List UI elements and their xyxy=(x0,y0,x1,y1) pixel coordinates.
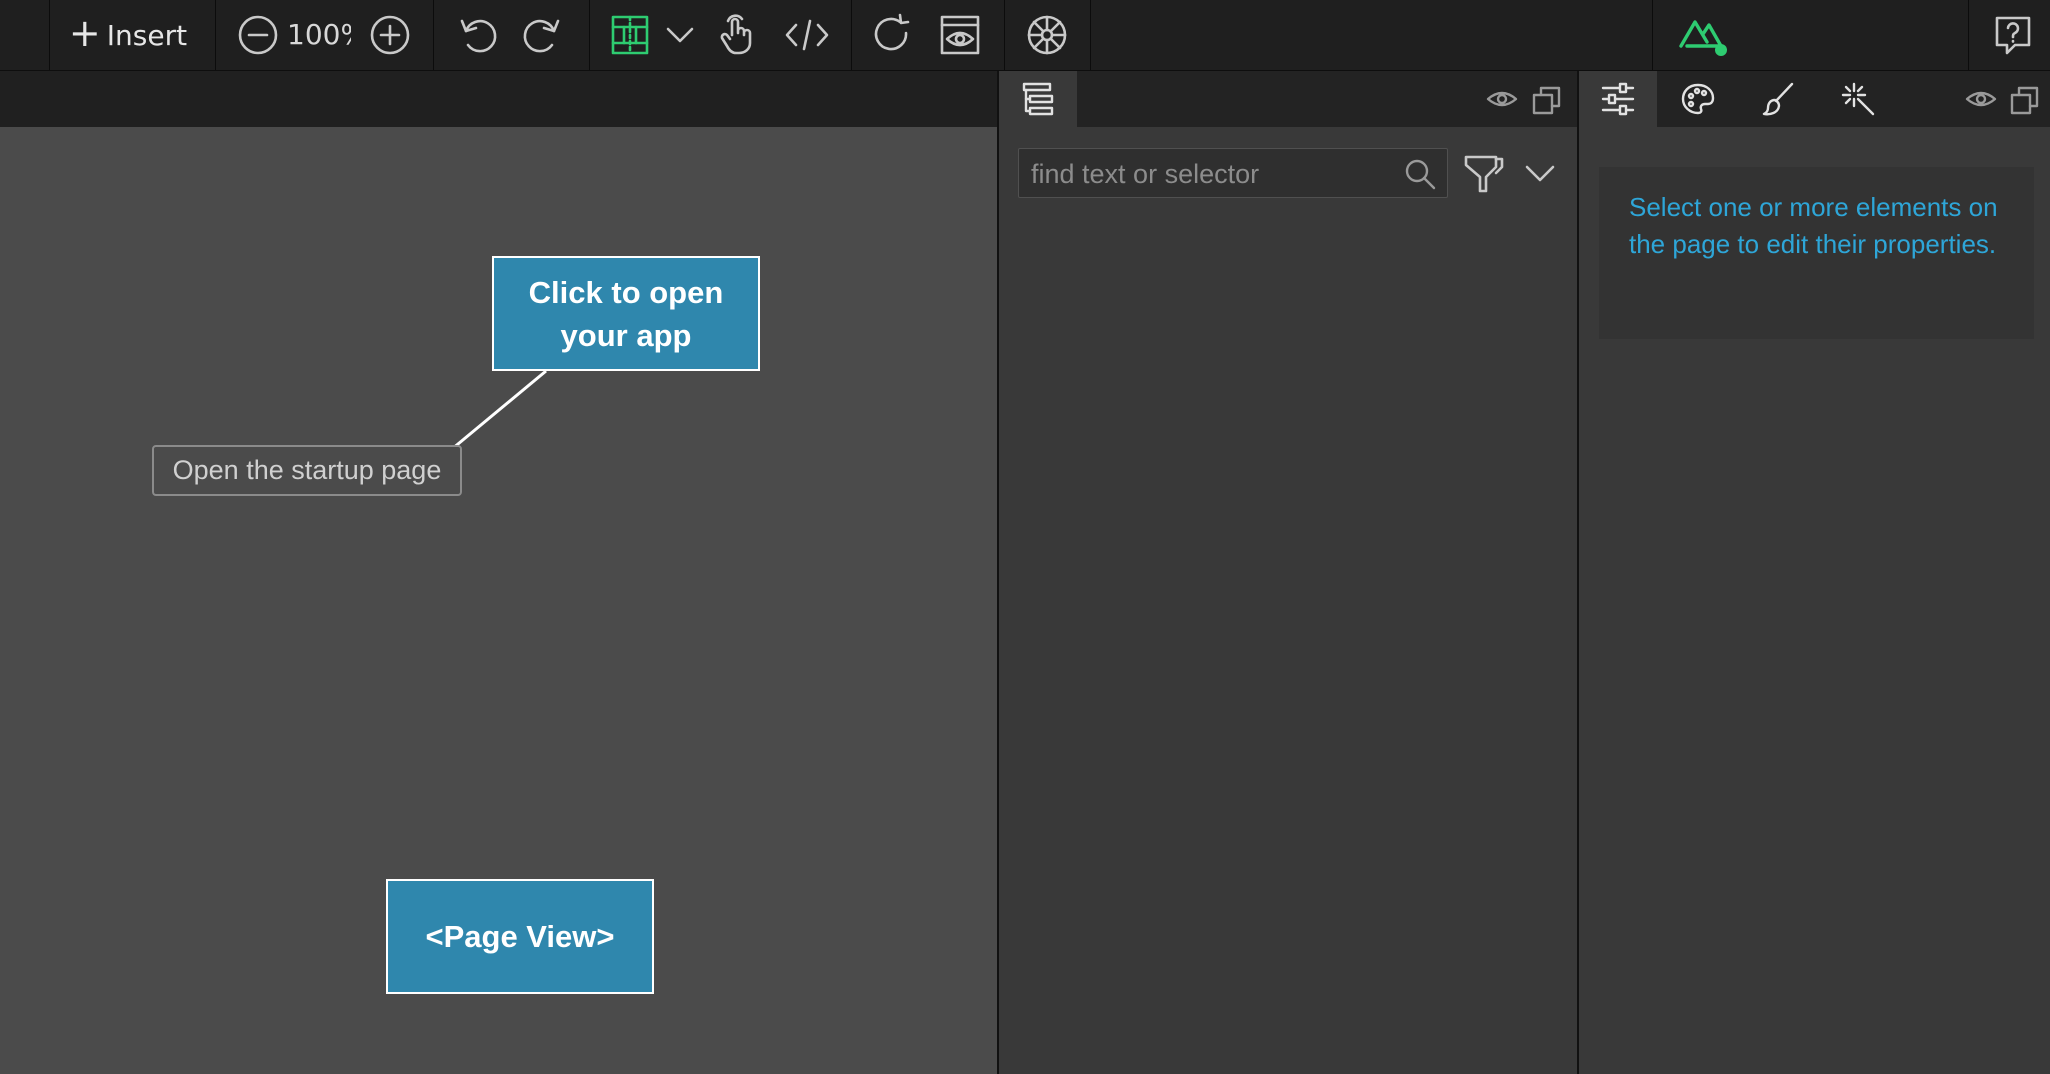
zoom-out-button[interactable] xyxy=(234,0,282,70)
page-canvas[interactable]: Click to open your app Open the startup … xyxy=(0,127,997,1074)
canvas-header xyxy=(0,71,997,127)
help-button[interactable] xyxy=(1988,0,2038,70)
undock-icon xyxy=(2010,86,2039,115)
code-view-button[interactable] xyxy=(780,0,834,70)
eye-icon xyxy=(1486,91,1518,107)
redo-icon xyxy=(523,19,560,53)
code-icon xyxy=(785,19,829,51)
undock-icon xyxy=(1532,86,1561,115)
panel-visibility-button[interactable] xyxy=(1965,85,1997,113)
refresh-icon xyxy=(874,13,910,51)
selection-hint: Select one or more elements on the page … xyxy=(1599,167,2034,339)
chevron-down-icon xyxy=(666,27,694,43)
search-button[interactable] xyxy=(1403,157,1437,191)
layout-mode-button[interactable] xyxy=(605,0,655,70)
preview-button[interactable] xyxy=(935,0,985,70)
interact-mode-button[interactable] xyxy=(713,0,763,70)
structure-panel xyxy=(999,71,1577,1074)
toolbar-divider xyxy=(215,0,216,70)
panel-visibility-button[interactable] xyxy=(1486,85,1518,113)
help-icon xyxy=(1995,16,2031,55)
toolbar-divider xyxy=(1968,0,1969,70)
toolbar-divider xyxy=(1652,0,1653,70)
toolbar-divider xyxy=(851,0,852,70)
filter-icon xyxy=(1464,155,1504,193)
toolbar-divider xyxy=(1090,0,1091,70)
undo-button[interactable] xyxy=(453,0,503,70)
tab-properties[interactable] xyxy=(1579,71,1657,127)
open-startup-page-button[interactable]: Open the startup page xyxy=(152,445,462,496)
touch-hand-icon xyxy=(720,14,752,55)
filter-dropdown[interactable] xyxy=(1523,161,1557,187)
structure-panel-tabs xyxy=(999,71,1577,127)
zoom-out-icon xyxy=(238,15,278,55)
callout-open-app: Click to open your app xyxy=(492,256,760,371)
tab-brush[interactable] xyxy=(1739,71,1817,127)
properties-panel: Select one or more elements on the page … xyxy=(1579,71,2050,1074)
layout-mode-dropdown[interactable] xyxy=(660,0,700,70)
undo-icon xyxy=(460,19,497,53)
toolbar-divider xyxy=(49,0,50,70)
insert-label: Insert xyxy=(106,18,188,52)
search-icon xyxy=(1405,159,1436,190)
navigator-button[interactable] xyxy=(1022,0,1072,70)
toolbar-divider xyxy=(433,0,434,70)
search-box[interactable] xyxy=(1018,148,1448,198)
tab-effects[interactable] xyxy=(1819,71,1897,127)
brush-icon xyxy=(1762,82,1794,116)
palette-icon xyxy=(1681,83,1715,115)
tab-structure[interactable] xyxy=(999,71,1077,127)
zoom-in-icon xyxy=(370,15,410,55)
chevron-down-icon xyxy=(1525,165,1555,182)
eye-icon xyxy=(1965,91,1997,107)
redo-button[interactable] xyxy=(517,0,567,70)
search-input[interactable] xyxy=(1029,155,1393,193)
filter-button[interactable] xyxy=(1462,153,1506,195)
magic-sparkle-icon xyxy=(1841,82,1875,116)
zoom-in-button[interactable] xyxy=(366,0,414,70)
layout-grid-icon xyxy=(611,15,649,55)
panel-undock-button[interactable] xyxy=(2009,84,2041,116)
nuxt-logo-icon xyxy=(1679,20,1727,56)
nuxt-status-button[interactable] xyxy=(1672,0,1734,70)
zoom-level[interactable]: 100% xyxy=(287,0,351,70)
insert-button[interactable]: + Insert xyxy=(58,0,198,70)
preview-eye-icon xyxy=(940,15,980,55)
refresh-button[interactable] xyxy=(867,0,917,70)
wheel-icon xyxy=(1027,15,1067,55)
top-toolbar: + Insert 100% xyxy=(0,0,2050,71)
callout-page-view: <Page View> xyxy=(386,879,654,994)
properties-panel-tabs xyxy=(1579,71,2050,127)
toolbar-divider xyxy=(589,0,590,70)
toolbar-divider xyxy=(1004,0,1005,70)
panel-undock-button[interactable] xyxy=(1531,84,1563,116)
sliders-icon xyxy=(1601,82,1635,116)
plus-icon: + xyxy=(68,11,101,55)
tab-style[interactable] xyxy=(1659,71,1737,127)
tree-structure-icon xyxy=(1022,82,1054,116)
